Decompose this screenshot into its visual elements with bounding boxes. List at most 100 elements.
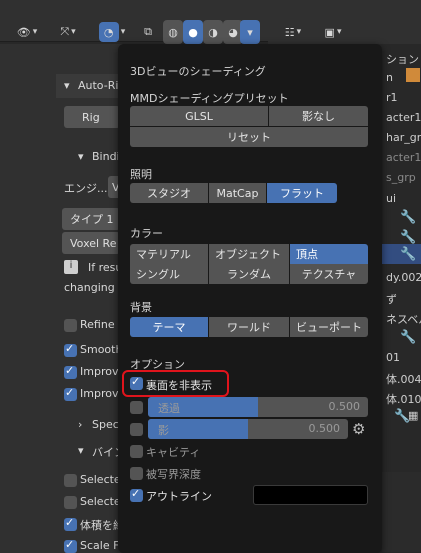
chevron-down-icon: ▾ (64, 79, 70, 92)
outliner-row[interactable]: 01 (386, 351, 400, 364)
xray-label: 透過 (158, 402, 180, 415)
lighting-matcap-label: MatCap (216, 186, 259, 200)
depth-of-field-checkbox[interactable] (130, 467, 143, 480)
outliner-row[interactable]: ui (386, 192, 396, 205)
outliner-row[interactable]: s_grp (386, 171, 416, 184)
cavity-checkbox[interactable] (130, 445, 143, 458)
shadow-slider[interactable]: 影 0.500 (148, 419, 348, 439)
shadow-checkbox[interactable] (130, 423, 143, 436)
outliner-row[interactable]: har_grp (386, 131, 421, 144)
color-texture-button[interactable]: テクスチャ (290, 264, 368, 284)
lighting-studio-button[interactable]: スタジオ (130, 183, 208, 203)
shading-options-dropdown[interactable]: ▾ (240, 20, 260, 44)
xray-icon: ⧉ (144, 25, 152, 38)
outliner-row[interactable]: dy.002 (386, 271, 421, 284)
outline-checkbox[interactable] (130, 487, 143, 502)
outliner-row[interactable]: 体.004 (386, 371, 421, 387)
outliner-row[interactable]: acter1_rig (386, 111, 421, 124)
gear-icon[interactable]: ⚙ (352, 420, 365, 438)
color-texture-label: テクスチャ (301, 268, 357, 281)
material-sphere-icon: ◑ (208, 25, 218, 39)
display-mode-dropdown[interactable]: ☷ ▾ (278, 20, 308, 44)
overlays-dropdown[interactable]: ◔ ▾ (94, 20, 130, 44)
color-random-button[interactable]: ランダム (209, 264, 289, 284)
xray-checkbox[interactable] (130, 401, 143, 414)
shading-popover: 3Dビューのシェーディング MMDシェーディングプリセット GLSL 影なし リ… (118, 44, 382, 553)
background-world-label: ワールド (227, 321, 271, 334)
visibility-dropdown[interactable]: 👁 ▾ (12, 20, 42, 44)
filter-dropdown[interactable]: ▣ ▾ (318, 20, 348, 44)
lighting-studio-label: スタジオ (147, 187, 191, 200)
reset-button[interactable]: リセット (130, 127, 368, 147)
background-world-button[interactable]: ワールド (209, 317, 289, 337)
outliner-row[interactable]: ず (386, 291, 397, 307)
solid-sphere-icon: ● (188, 25, 198, 39)
improve-checkbox-2[interactable] (64, 386, 77, 401)
outliner-row[interactable]: acter1_cs (386, 151, 421, 164)
color-section-label: カラー (130, 227, 163, 240)
chevron-down-icon: ▾ (336, 27, 342, 37)
color-material-button[interactable]: マテリアル (130, 244, 208, 264)
rig-button-label: Rig (82, 110, 100, 124)
background-section-label: 背景 (130, 301, 152, 314)
improve-checkbox-1[interactable] (64, 364, 77, 379)
mmd-section-label: MMDシェーディングプリセット (130, 92, 289, 105)
gizmo-dropdown[interactable]: ⤧ ▾ (50, 20, 86, 44)
no-shadow-button[interactable]: 影なし (269, 106, 368, 126)
armature-icon (406, 68, 420, 82)
rig-button[interactable]: Rig (64, 106, 120, 128)
color-object-button[interactable]: オブジェクト (209, 244, 289, 264)
outliner-row[interactable]: r1 (386, 91, 398, 104)
background-theme-button[interactable]: テーマ (130, 317, 208, 337)
type-dropdown[interactable]: タイプ 1 (62, 208, 120, 230)
selected-checkbox-2[interactable] (64, 496, 77, 509)
smooth-checkbox[interactable] (64, 342, 77, 357)
xray-slider[interactable]: 透過 0.500 (148, 397, 368, 417)
color-vertex-label: 頂点 (296, 248, 318, 261)
glsl-button[interactable]: GLSL (130, 106, 268, 126)
chevron-right-icon: › (78, 418, 83, 431)
color-vertex-button[interactable]: 頂点 (290, 244, 368, 264)
smooth-label: Smooth (80, 343, 123, 356)
shading-wireframe-button[interactable]: ◍ (163, 20, 183, 44)
preserve-volume-checkbox[interactable] (64, 516, 77, 531)
rendered-sphere-icon: ◕ (228, 25, 238, 39)
scale-fix-checkbox[interactable] (64, 538, 77, 553)
outliner-selected-row[interactable]: 🔧 (382, 244, 421, 264)
selected-checkbox-1[interactable] (64, 474, 77, 487)
lighting-flat-button[interactable]: フラット (267, 183, 337, 203)
outliner-row[interactable]: ネスベル (386, 311, 421, 327)
outliner-mode-icon: ☷ (284, 25, 295, 39)
lighting-matcap-button[interactable]: MatCap (209, 183, 266, 203)
refine-checkbox[interactable] (64, 319, 77, 332)
wrench-icon[interactable]: 🔧 (400, 210, 416, 225)
outliner-header-text: ション (386, 53, 419, 66)
info-icon: i (64, 260, 78, 274)
shading-material-button[interactable]: ◑ (203, 20, 223, 44)
chevron-down-icon: ▾ (247, 25, 253, 39)
background-viewport-button[interactable]: ビューポート (290, 317, 368, 337)
outliner-header: ☷ ▾ ▣ ▾ (268, 0, 421, 44)
shadow-value: 0.500 (308, 422, 341, 435)
popup-title: 3Dビューのシェーディング (130, 65, 266, 78)
engine-label: エンジ... (64, 182, 108, 195)
shading-solid-button[interactable]: ● (183, 20, 203, 44)
grid-icon: ▦ (408, 409, 419, 422)
voxel-button-label: Voxel Re (70, 236, 117, 250)
voxel-button[interactable]: Voxel Re (62, 232, 120, 254)
lighting-section-label: 照明 (130, 168, 152, 181)
wrench-icon[interactable]: 🔧 (400, 230, 416, 245)
xray-toggle[interactable]: ⧉ (138, 20, 158, 44)
outliner-row[interactable]: n (386, 71, 393, 84)
wrench-icon[interactable]: 🔧 (400, 330, 416, 345)
color-single-label: シングル (136, 268, 180, 281)
type-value: タイプ 1 (70, 213, 114, 226)
background-viewport-label: ビューポート (296, 321, 362, 334)
outliner-row[interactable]: 体.010 (386, 391, 421, 407)
outliner-footer (382, 472, 421, 552)
color-object-label: オブジェクト (215, 248, 281, 261)
outline-color-swatch[interactable] (253, 485, 368, 505)
color-single-button[interactable]: シングル (130, 264, 208, 284)
chevron-down-icon: ▾ (32, 27, 38, 37)
xray-value: 0.500 (328, 400, 361, 413)
